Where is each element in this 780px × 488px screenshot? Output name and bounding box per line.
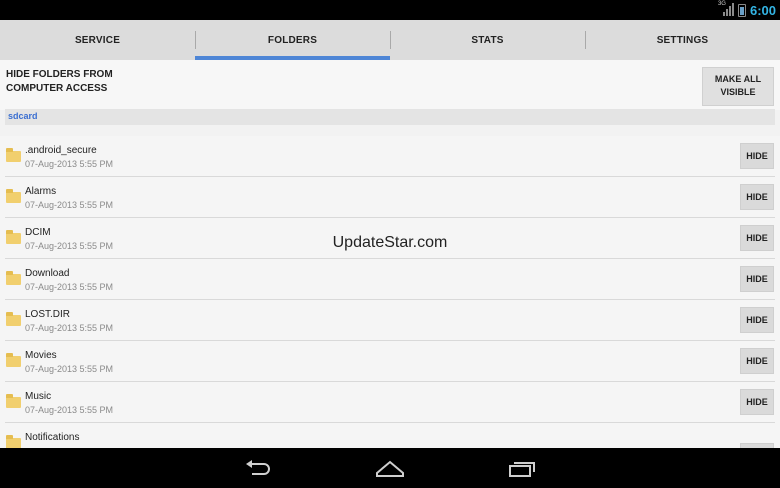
path-breadcrumb[interactable]: sdcard <box>5 109 775 125</box>
status-clock: 6:00 <box>749 2 776 18</box>
app-window: SERVICE FOLDERS STATS SETTINGS HIDE FOLD… <box>0 20 780 448</box>
folder-icon <box>6 312 21 326</box>
folder-date: 07-Aug-2013 5:55 PM <box>25 200 114 210</box>
signal-icon: 3G <box>717 1 734 17</box>
folder-name: .android_secure <box>25 145 97 156</box>
make-all-visible-label-line1: MAKE ALL <box>714 74 762 84</box>
folder-icon <box>6 271 21 285</box>
list-item[interactable]: Movies 07-Aug-2013 5:55 PM HIDE <box>0 341 780 382</box>
hide-button[interactable]: HIDE <box>740 143 774 169</box>
tab-stats[interactable]: STATS <box>390 20 585 60</box>
folder-date: 07-Aug-2013 5:55 PM <box>25 159 114 169</box>
home-icon[interactable] <box>374 458 406 478</box>
folder-name: Notifications <box>25 432 80 443</box>
make-all-visible-button[interactable]: MAKE ALL VISIBLE <box>702 67 774 106</box>
page-title: HIDE FOLDERS FROM COMPUTER ACCESS <box>6 68 126 96</box>
hide-button[interactable]: HIDE <box>740 266 774 292</box>
folder-name: Alarms <box>25 186 57 197</box>
folder-date: 07-Aug-2013 5:55 PM <box>25 364 114 374</box>
folder-date: 07-Aug-2013 5:55 PM <box>25 282 114 292</box>
battery-icon <box>737 3 746 17</box>
network-type: 3G <box>717 1 726 7</box>
list-item[interactable]: .android_secure 07-Aug-2013 5:55 PM HIDE <box>0 136 780 177</box>
hide-button[interactable]: HIDE <box>740 348 774 374</box>
status-bar: 3G 6:00 <box>0 0 780 20</box>
page-title-line2: COMPUTER ACCESS <box>6 83 108 94</box>
folder-name: Music <box>25 391 52 402</box>
watermark-text: UpdateStar.com <box>332 234 448 251</box>
back-arrow-icon[interactable] <box>242 458 274 478</box>
folder-icon <box>6 148 21 162</box>
folder-name: Movies <box>25 350 57 361</box>
list-item[interactable]: LOST.DIR 07-Aug-2013 5:55 PM HIDE <box>0 300 780 341</box>
hide-button[interactable]: HIDE <box>740 184 774 210</box>
list-item[interactable]: Download 07-Aug-2013 5:55 PM HIDE <box>0 259 780 300</box>
folder-icon <box>6 394 21 408</box>
recent-apps-icon[interactable] <box>506 458 538 478</box>
hide-button[interactable]: HIDE <box>740 307 774 333</box>
tab-service[interactable]: SERVICE <box>0 20 195 60</box>
status-icons: 3G 6:00 <box>717 0 776 20</box>
tab-folders[interactable]: FOLDERS <box>195 20 390 60</box>
folder-date: 07-Aug-2013 5:55 PM <box>25 405 114 415</box>
hide-button[interactable]: HIDE <box>740 389 774 415</box>
path-label: sdcard <box>8 111 38 121</box>
folder-icon <box>6 435 21 448</box>
list-item[interactable]: Notifications HIDE <box>0 423 780 448</box>
page-title-line1: HIDE FOLDERS FROM <box>6 69 113 80</box>
folder-name: LOST.DIR <box>25 309 71 320</box>
list-item[interactable]: Music 07-Aug-2013 5:55 PM HIDE <box>0 382 780 423</box>
folder-name: Download <box>25 268 70 279</box>
folder-icon <box>6 189 21 203</box>
make-all-visible-label-line2: VISIBLE <box>720 87 756 97</box>
navigation-bar <box>0 448 780 488</box>
folder-date: 07-Aug-2013 5:55 PM <box>25 323 114 333</box>
folder-icon <box>6 353 21 367</box>
folders-header: HIDE FOLDERS FROM COMPUTER ACCESS MAKE A… <box>0 60 780 110</box>
tab-bar: SERVICE FOLDERS STATS SETTINGS <box>0 20 780 60</box>
list-item[interactable]: Alarms 07-Aug-2013 5:55 PM HIDE <box>0 177 780 218</box>
tab-settings[interactable]: SETTINGS <box>585 20 780 60</box>
